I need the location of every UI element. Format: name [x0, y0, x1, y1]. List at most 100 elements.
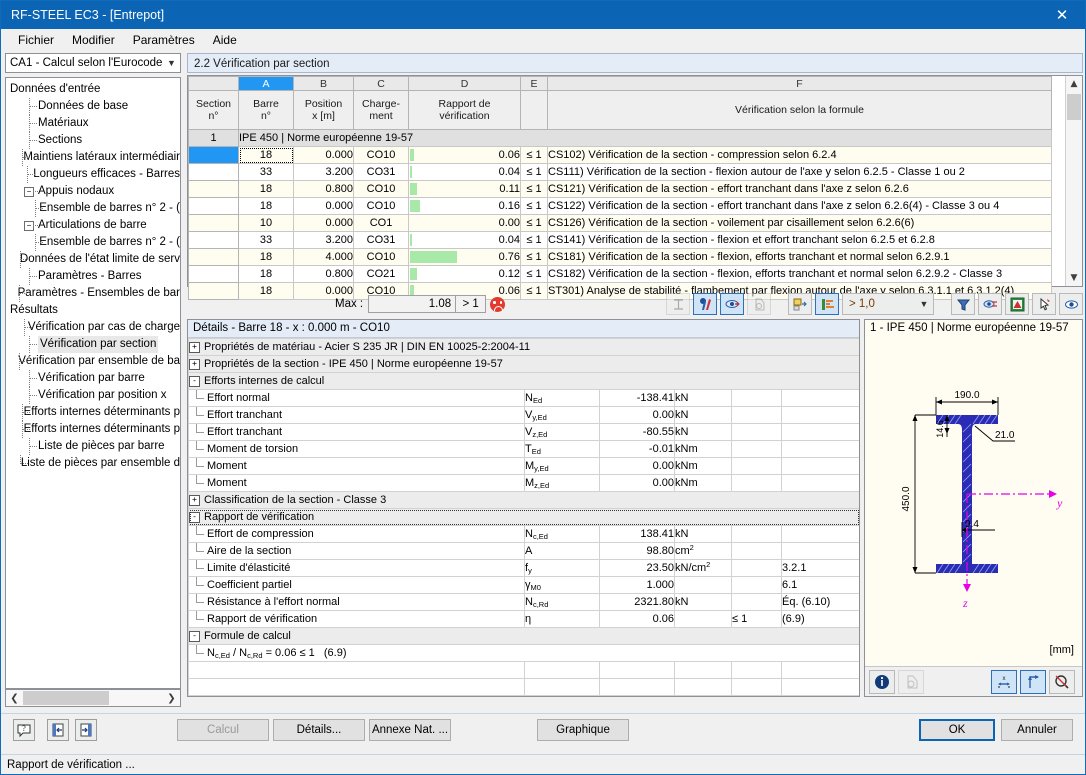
row-header[interactable] — [188, 197, 239, 215]
graphique-button[interactable]: Graphique — [537, 719, 629, 741]
scroll-thumb[interactable] — [1067, 94, 1081, 120]
scroll-track[interactable] — [23, 690, 163, 706]
row-header[interactable] — [188, 248, 239, 266]
sidebar-item-14[interactable]: Vérification par cas de charge — [6, 319, 180, 336]
help-icon[interactable]: ? — [13, 719, 35, 741]
table-row[interactable]: 33 3.200 CO31 0.04 ≤ 1 CS141) Vérification de… — [188, 231, 1052, 249]
column-letter-a[interactable]: A — [238, 76, 294, 91]
navigation-tree[interactable]: Données d'entrée Données de base Matériaux… — [5, 77, 181, 689]
cell-chargement[interactable]: CO10 — [353, 248, 409, 266]
scroll-thumb[interactable] — [23, 691, 109, 705]
filter-threshold-select[interactable]: > 1,0 ▼ — [842, 293, 934, 315]
detail-row[interactable]: Effort tranchant Vy,Ed 0.00 kN — [188, 406, 859, 424]
view-options-icon[interactable] — [978, 293, 1002, 315]
cell-ratio[interactable]: 0.04 — [408, 163, 521, 181]
detail-row[interactable]: Moment My,Ed 0.00 kNm — [188, 457, 859, 475]
scroll-up-icon[interactable]: ▲ — [1066, 76, 1082, 92]
tree-horizontal-scrollbar[interactable]: ❮ ❯ — [5, 689, 181, 707]
column-letter-e[interactable]: E — [520, 76, 548, 91]
cell-position[interactable]: 0.000 — [293, 146, 354, 164]
sidebar-item-3[interactable]: Sections — [6, 132, 180, 149]
detail-row[interactable]: Effort de compression Nc,Ed 138.41 kN — [188, 525, 859, 543]
cell-position[interactable]: 0.800 — [293, 180, 354, 198]
cell-chargement[interactable]: CO10 — [353, 197, 409, 215]
cell-chargement[interactable]: CO31 — [353, 231, 409, 249]
sidebar-item-6[interactable]: − Appuis nodaux — [6, 183, 180, 200]
table-row[interactable]: 18 0.800 CO10 0.11 ≤ 1 CS121) Vérification de… — [188, 180, 1052, 198]
pointer-select-icon[interactable] — [1032, 293, 1056, 315]
export-icon[interactable] — [75, 719, 97, 741]
sidebar-item-11[interactable]: Paramètres - Barres — [6, 268, 180, 285]
sidebar-item-13[interactable]: Résultats — [6, 302, 180, 319]
table-row[interactable]: 10 0.000 CO1 0.00 ≤ 1 CS126) Vérification de … — [188, 214, 1052, 232]
result-diagram-icon[interactable] — [666, 293, 690, 315]
sidebar-item-5[interactable]: Longueurs efficaces - Barres — [6, 166, 180, 183]
sidebar-item-4[interactable]: Maintiens latéraux intermédiair — [6, 149, 180, 166]
detail-group-section[interactable]: + Propriétés de la section - IPE 450 | No… — [188, 355, 859, 373]
cell-ratio[interactable]: 0.00 — [408, 214, 521, 232]
cell-chargement[interactable]: CO10 — [353, 146, 409, 164]
detail-row[interactable]: Moment de torsion TEd -0.01 kNm — [188, 440, 859, 458]
cell-barre[interactable]: 18 — [238, 197, 294, 215]
expander-icon[interactable]: - — [189, 511, 200, 523]
expander-icon[interactable]: - — [189, 630, 200, 642]
column-letter-c[interactable]: C — [353, 76, 409, 91]
detail-row[interactable]: Effort normal NEd -138.41 kN — [188, 389, 859, 407]
table-row[interactable]: 18 0.000 CO10 0.06 ≤ 1 CS102) Vérification de… — [188, 146, 1052, 164]
color-render-icon[interactable] — [693, 293, 717, 315]
corner-cell[interactable] — [188, 76, 239, 91]
cell-barre[interactable]: 33 — [238, 163, 294, 181]
cell-formule[interactable]: CS182) Vérification de la section - flex… — [547, 265, 1052, 283]
cell-barre[interactable]: 18 — [238, 146, 294, 164]
expander-icon[interactable]: + — [189, 494, 200, 506]
cell-barre[interactable]: 18 — [238, 180, 294, 198]
cell-ratio[interactable]: 0.11 — [408, 180, 521, 198]
column-letter-b[interactable]: B — [293, 76, 354, 91]
annuler-button[interactable]: Annuler — [1001, 719, 1073, 741]
row-header[interactable] — [188, 146, 239, 164]
detail-row[interactable]: Limite d'élasticité fy 23.50 kN/cm2 3.2.1 — [188, 559, 859, 577]
row-header[interactable] — [188, 214, 239, 232]
cell-position[interactable]: 0.800 — [293, 265, 354, 283]
cell-barre[interactable]: 33 — [238, 231, 294, 249]
calcul-button[interactable]: Calcul — [177, 719, 269, 741]
scroll-left-icon[interactable]: ❮ — [6, 693, 23, 704]
ratio-bars-icon[interactable] — [815, 293, 839, 315]
table-vertical-scrollbar[interactable]: ▲ ▼ — [1065, 76, 1082, 286]
sidebar-item-8[interactable]: − Articulations de barre — [6, 217, 180, 234]
sidebar-item-21[interactable]: Liste de pièces par barre — [6, 438, 180, 455]
details-button[interactable]: Détails... — [273, 719, 365, 741]
sidebar-item-1[interactable]: Données de base — [6, 98, 180, 115]
sidebar-item-16[interactable]: Vérification par ensemble de ba — [6, 353, 180, 370]
cell-position[interactable]: 3.200 — [293, 231, 354, 249]
cell-ratio[interactable]: 0.06 — [408, 146, 521, 164]
cell-formule[interactable]: CS122) Vérification de la section - effo… — [547, 197, 1052, 215]
axes-icon[interactable] — [1020, 669, 1046, 694]
print-preview-icon[interactable] — [747, 293, 771, 315]
cell-ratio[interactable]: 0.16 — [408, 197, 521, 215]
row-header[interactable] — [188, 163, 239, 181]
tree-expander-icon[interactable]: − — [22, 183, 38, 200]
expander-icon[interactable]: - — [189, 375, 200, 387]
detail-row[interactable]: Coefficient partiel γM0 1.000 6.1 — [188, 576, 859, 594]
zoom-reset-icon[interactable] — [1049, 669, 1075, 694]
import-icon[interactable] — [47, 719, 69, 741]
sidebar-item-22[interactable]: Liste de pièces par ensemble d — [6, 455, 180, 472]
cell-ratio[interactable]: 0.76 — [408, 248, 521, 266]
menu-item-modifier[interactable]: Modifier — [63, 31, 124, 49]
cell-formule[interactable]: CS141) Vérification de la section - flex… — [547, 231, 1052, 249]
info-icon[interactable] — [869, 669, 895, 694]
excel-export-icon[interactable] — [1005, 293, 1029, 315]
cell-chargement[interactable]: CO31 — [353, 163, 409, 181]
cell-position[interactable]: 4.000 — [293, 248, 354, 266]
sidebar-item-12[interactable]: Paramètres - Ensembles de bar — [6, 285, 180, 302]
sidebar-item-9[interactable]: Ensemble de barres n° 2 - ( — [6, 234, 180, 251]
detail-row[interactable]: Rapport de vérification η 0.06 ≤ 1 (6.9) — [188, 610, 859, 628]
detail-group-formula[interactable]: - Formule de calcul — [188, 627, 859, 645]
detail-group-internal-forces[interactable]: - Efforts internes de calcul — [188, 372, 859, 390]
filter-icon[interactable] — [951, 293, 975, 315]
annexe-nat-button[interactable]: Annexe Nat. ... — [369, 719, 451, 741]
sidebar-item-2[interactable]: Matériaux — [6, 115, 180, 132]
sidebar-item-15[interactable]: Vérification par section — [6, 336, 180, 353]
row-header[interactable] — [188, 265, 239, 283]
